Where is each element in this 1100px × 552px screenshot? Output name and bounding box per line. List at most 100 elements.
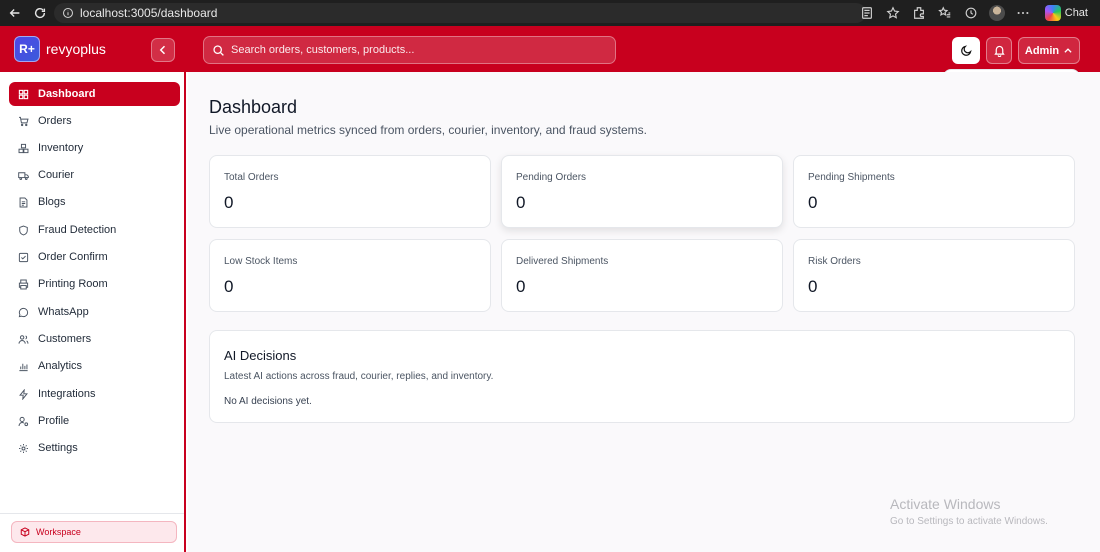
back-icon[interactable]: [5, 3, 25, 23]
sidebar-item-orders[interactable]: Orders: [9, 109, 180, 133]
cart-icon: [19, 116, 29, 126]
more-icon[interactable]: [1015, 5, 1031, 21]
gear-icon: [19, 443, 28, 453]
brand-logo: R+: [14, 36, 40, 62]
shield-icon: [19, 225, 28, 235]
sidebar-item-label: Settings: [38, 442, 78, 454]
workspace-button[interactable]: Workspace: [11, 521, 177, 543]
address-bar[interactable]: localhost:3005/dashboard: [54, 3, 866, 23]
boxes-icon: [18, 143, 29, 153]
grid-icon: [18, 89, 29, 99]
theme-toggle-button[interactable]: [952, 37, 980, 64]
watermark-subtitle: Go to Settings to activate Windows.: [890, 516, 1048, 527]
sidebar-item-label: Fraud Detection: [38, 224, 117, 236]
bell-icon: [993, 45, 1005, 57]
sidebar-item-label: Blogs: [38, 196, 66, 208]
url-text: localhost:3005/dashboard: [80, 6, 218, 20]
reader-mode-icon[interactable]: [859, 5, 875, 21]
metric-value: 0: [808, 277, 818, 296]
sidebar-item-label: Integrations: [38, 388, 96, 400]
document-icon: [19, 197, 28, 207]
sidebar-item-fraud-detection[interactable]: Fraud Detection: [9, 218, 180, 242]
profile-avatar[interactable]: [988, 5, 1005, 21]
brand-name: revyoplus: [46, 41, 106, 57]
metric-card-low-stock-items[interactable]: Low Stock Items 0: [209, 239, 491, 312]
collapse-sidebar-button[interactable]: [151, 38, 175, 62]
bar-chart-icon: [19, 363, 28, 371]
checkbox-icon: [18, 252, 29, 262]
user-cog-icon: [18, 416, 29, 426]
app-header: R+ revyoplus Admin: [0, 26, 1100, 72]
metric-card-delivered-shipments[interactable]: Delivered Shipments 0: [501, 239, 783, 312]
extensions-icon[interactable]: [911, 5, 927, 21]
lightning-icon: [19, 388, 28, 400]
metric-card-total-orders[interactable]: Total Orders 0: [209, 155, 491, 228]
sidebar-item-dashboard[interactable]: Dashboard: [9, 82, 180, 106]
sidebar-item-label: Printing Room: [38, 278, 108, 290]
chat-bubble-icon: [18, 307, 29, 317]
metric-value: 0: [808, 193, 818, 212]
reload-icon[interactable]: [30, 3, 50, 23]
metric-card-pending-shipments[interactable]: Pending Shipments 0: [793, 155, 1075, 228]
moon-icon: [960, 45, 972, 56]
watermark-title: Activate Windows: [890, 496, 1001, 512]
users-icon: [18, 334, 29, 344]
search-input[interactable]: [231, 44, 611, 56]
sidebar: Dashboard Orders Inventory Courier Blogs…: [0, 72, 186, 552]
chat-label: Chat: [1064, 7, 1088, 19]
main-content: Dashboard Live operational metrics synce…: [188, 72, 1100, 552]
sidebar-item-analytics[interactable]: Analytics: [9, 354, 180, 378]
sidebar-item-courier[interactable]: Courier: [9, 163, 180, 187]
sidebar-item-label: Order Confirm: [38, 251, 108, 263]
truck-icon: [18, 171, 29, 180]
metric-card-risk-orders[interactable]: Risk Orders 0: [793, 239, 1075, 312]
sidebar-item-blogs[interactable]: Blogs: [9, 190, 180, 214]
printer-icon: [18, 279, 29, 289]
admin-menu-button[interactable]: Admin: [1018, 37, 1080, 64]
brand[interactable]: R+ revyoplus: [14, 36, 106, 62]
sidebar-item-inventory[interactable]: Inventory: [9, 136, 180, 160]
history-icon[interactable]: [963, 5, 979, 21]
sidebar-item-printing-room[interactable]: Printing Room: [9, 272, 180, 296]
activate-windows-watermark: Activate Windows Go to Settings to activ…: [890, 496, 1048, 527]
sidebar-item-integrations[interactable]: Integrations: [9, 382, 180, 406]
ai-decisions-title: AI Decisions: [224, 348, 297, 363]
sidebar-item-label: Customers: [38, 333, 92, 345]
metric-label: Low Stock Items: [224, 256, 298, 267]
search-bar[interactable]: [203, 36, 616, 64]
ai-decisions-panel: AI Decisions Latest AI actions across fr…: [209, 330, 1075, 423]
info-icon[interactable]: [62, 7, 74, 19]
metric-card-pending-orders[interactable]: Pending Orders 0: [501, 155, 783, 228]
sidebar-item-label: Dashboard: [38, 88, 96, 100]
ai-decisions-subtitle: Latest AI actions across fraud, courier,…: [224, 371, 494, 382]
admin-label: Admin: [1024, 44, 1060, 57]
browser-toolbar: localhost:3005/dashboard Chat: [0, 0, 1100, 26]
ai-decisions-empty-state: No AI decisions yet.: [224, 396, 312, 407]
sidebar-item-label: Inventory: [38, 142, 84, 154]
copilot-chat-button[interactable]: Chat: [1041, 5, 1092, 21]
workspace-label: Workspace: [36, 527, 81, 537]
sidebar-divider: [0, 513, 184, 514]
copilot-icon: [1044, 5, 1061, 21]
notifications-button[interactable]: [986, 37, 1012, 64]
sidebar-item-label: Courier: [38, 169, 75, 181]
chevron-up-icon: [1064, 47, 1072, 53]
metric-value: 0: [224, 277, 234, 296]
page-title: Dashboard: [209, 97, 298, 117]
search-icon: [213, 44, 224, 56]
metric-value: 0: [516, 277, 526, 296]
star-icon[interactable]: [885, 5, 901, 21]
workspace-icon: [20, 527, 30, 537]
sidebar-item-order-confirm[interactable]: Order Confirm: [9, 245, 180, 269]
metric-label: Pending Shipments: [808, 172, 895, 183]
metric-label: Delivered Shipments: [516, 256, 609, 267]
favorites-icon[interactable]: [937, 5, 953, 21]
sidebar-item-settings[interactable]: Settings: [9, 436, 180, 460]
sidebar-item-whatsapp[interactable]: WhatsApp: [9, 300, 180, 324]
sidebar-item-customers[interactable]: Customers: [9, 327, 180, 351]
metric-value: 0: [224, 193, 234, 212]
chevron-left-icon: [159, 45, 166, 55]
metric-label: Total Orders: [224, 172, 279, 183]
sidebar-item-label: WhatsApp: [38, 306, 89, 318]
sidebar-item-profile[interactable]: Profile: [9, 409, 180, 433]
